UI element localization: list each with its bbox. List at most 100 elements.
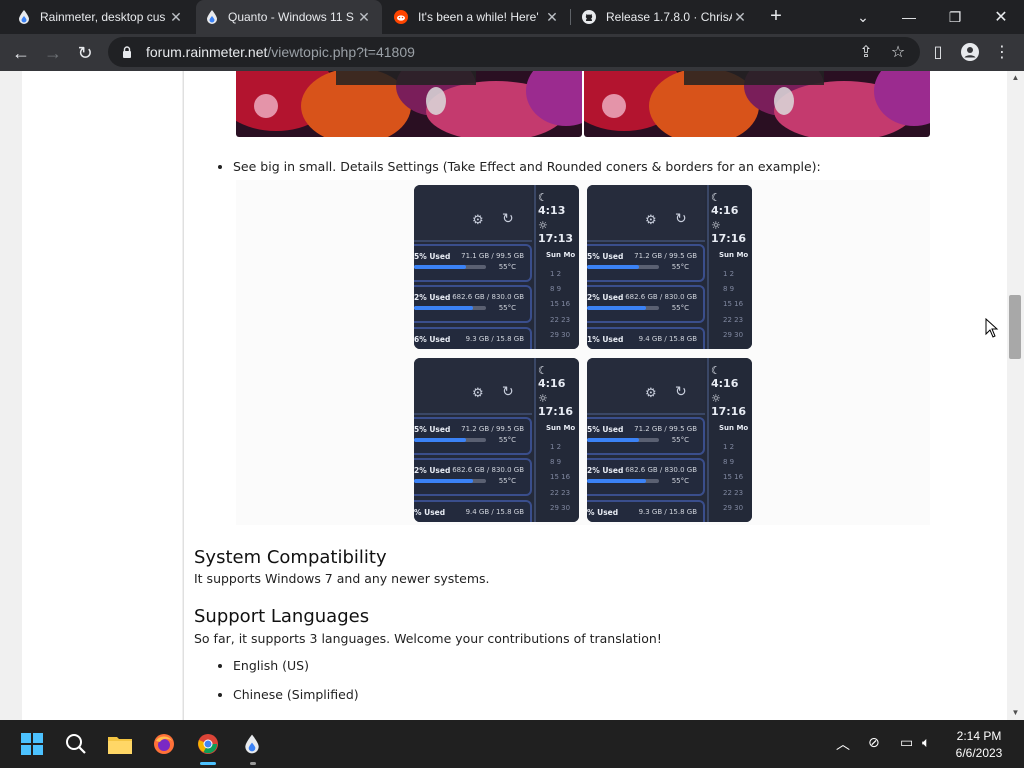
taskbar-time[interactable]: 2:14 PM — [944, 729, 1014, 743]
disk-card: % Used 9.4 GB / 15.8 GB — [414, 500, 532, 522]
rainmeter-drop-icon[interactable] — [240, 732, 264, 756]
window-close-button[interactable]: ✕ — [978, 0, 1024, 34]
disk-usage-fill — [414, 479, 474, 483]
disk-size: 682.6 GB / 830.0 GB — [625, 466, 697, 474]
windows-start-icon[interactable] — [20, 732, 44, 756]
forum-right-margin — [983, 71, 1007, 720]
address-bar[interactable]: forum.rainmeter.net/viewtopic.php?t=4180… — [108, 37, 920, 67]
disk-usage-fill — [414, 438, 466, 442]
calendar-row: 22 23 — [550, 488, 571, 497]
calendar-row: 29 30 — [550, 330, 571, 339]
reload-icon[interactable]: ↻ — [72, 40, 98, 66]
calendar-row: 8 9 — [723, 458, 735, 467]
tab-title: Quanto - Windows 11 S — [228, 10, 354, 24]
network-disconnected-icon[interactable]: ⊘ — [868, 734, 880, 751]
desktop-preview-image-right[interactable] — [584, 71, 930, 137]
tab-quanto[interactable]: Quanto - Windows 11 S ✕ — [196, 0, 382, 34]
rainmeter-drop-icon — [19, 10, 29, 24]
clock-value: 4:16 — [538, 377, 566, 390]
sun-clock: ☼ 17:16 — [538, 392, 579, 418]
close-icon[interactable]: ✕ — [356, 9, 372, 26]
kebab-menu-icon[interactable]: ⋮ — [990, 40, 1014, 64]
close-icon[interactable]: ✕ — [732, 9, 748, 26]
tab-title: Release 1.7.8.0 · ChrisA — [606, 10, 732, 24]
languages-list: English (US) Chinese (Simplified) — [217, 658, 359, 702]
restore-button[interactable]: ❐ — [932, 0, 978, 34]
widget-screenshot[interactable]: ⚙ ↻ ☾ 4:16 ☼ 17:16 5% Used 71.2 GB / 99.… — [587, 185, 752, 349]
disk-size: 9.3 GB / 15.8 GB — [638, 508, 697, 516]
widget-screenshot[interactable]: ⚙ ↻ ☾ 4:16 ☼ 17:16 5% Used 71.2 GB / 99.… — [414, 358, 579, 522]
bookmark-star-icon[interactable]: ☆ — [886, 40, 910, 64]
share-icon[interactable]: ⇪ — [854, 40, 878, 64]
gear-icon: ⚙ — [472, 213, 484, 228]
clock-value: 17:16 — [711, 232, 747, 245]
list-item: Chinese (Simplified) — [233, 687, 359, 702]
volume-icon[interactable]: 🔈︎ — [922, 734, 930, 751]
scroll-up-arrow-icon[interactable]: ▲ — [1007, 71, 1024, 85]
gear-icon: ⚙ — [472, 386, 484, 401]
disk-card: 6% Used 9.3 GB / 15.8 GB — [414, 327, 532, 349]
desktop-preview-image-left[interactable] — [236, 71, 582, 137]
url-host: forum.rainmeter.net — [146, 44, 268, 60]
disk-usage-bar — [587, 438, 659, 442]
tab-rainmeter[interactable]: Rainmeter, desktop cus ✕ — [8, 0, 194, 34]
widget-screenshot[interactable]: ⚙ ↻ ☾ 4:16 ☼ 17:16 5% Used 71.2 GB / 99.… — [587, 358, 752, 522]
disk-used: 5% Used — [414, 425, 451, 434]
scrollbar-thumb[interactable] — [1009, 295, 1021, 359]
list-item: See big in small. Details Settings (Take… — [233, 159, 821, 174]
mouse-pointer-icon — [985, 318, 999, 338]
calendar-row: 15 16 — [723, 473, 744, 482]
moon-icon: ☾ — [538, 191, 548, 204]
calendar-row: 8 9 — [723, 285, 735, 294]
tab-title: It's been a while! Here' — [418, 10, 539, 24]
widget-screenshot[interactable]: ⚙ ↻ ☾ 4:13 ☼ 17:13 5% Used 71.1 GB / 99.… — [414, 185, 579, 349]
vertical-scrollbar[interactable] — [1007, 71, 1024, 720]
minimize-button[interactable]: — — [886, 0, 932, 34]
file-explorer-icon[interactable] — [108, 732, 132, 756]
disk-temp: 55°C — [671, 436, 689, 444]
forward-arrow-icon[interactable]: → — [40, 40, 66, 66]
close-icon[interactable]: ✕ — [544, 9, 560, 26]
calendar-row: 15 16 — [550, 473, 571, 482]
close-icon[interactable]: ✕ — [168, 9, 184, 26]
github-icon — [582, 10, 596, 24]
calendar-row: 1 2 — [723, 270, 735, 278]
languages-text: So far, it supports 3 languages. Welcome… — [194, 631, 662, 646]
disk-used: 5% Used — [414, 252, 451, 261]
disk-card: 2% Used 682.6 GB / 830.0 GB 55°C — [587, 285, 705, 323]
firefox-icon[interactable] — [152, 732, 176, 756]
calendar-row: 22 23 — [723, 315, 744, 324]
scroll-down-arrow-icon[interactable]: ▼ — [1007, 706, 1024, 720]
tab-github[interactable]: Release 1.7.8.0 · ChrisA ✕ — [572, 0, 758, 34]
moon-icon: ☾ — [711, 364, 721, 377]
refresh-icon: ↻ — [502, 211, 514, 227]
calendar-row: 15 16 — [550, 300, 571, 309]
disk-card: 2% Used 682.6 GB / 830.0 GB 55°C — [414, 458, 532, 496]
taskbar-date[interactable]: 6/6/2023 — [944, 746, 1014, 760]
moon-icon: ☾ — [538, 364, 548, 377]
calendar-row: 15 16 — [723, 300, 744, 309]
profile-avatar-icon[interactable] — [958, 40, 982, 64]
disk-used: 2% Used — [414, 466, 451, 475]
display-icon[interactable]: ▭ — [900, 734, 913, 751]
search-icon[interactable] — [64, 732, 88, 756]
chevron-up-icon[interactable]: ︿ — [836, 734, 850, 754]
calendar-days: Sun Mo — [546, 251, 576, 259]
tab-reddit[interactable]: It's been a while! Here' ✕ — [384, 0, 570, 34]
chrome-icon[interactable] — [196, 732, 220, 756]
new-tab-button[interactable]: + — [764, 5, 788, 29]
calendar-days: Sun Mo — [546, 424, 576, 432]
back-arrow-icon[interactable]: ← — [8, 40, 34, 66]
side-panel-icon[interactable]: ▯ — [926, 40, 950, 64]
disk-temp: 55°C — [671, 477, 689, 485]
tab-search-chevron-icon[interactable]: ⌄ — [840, 0, 886, 34]
calendar-row: 29 30 — [723, 330, 744, 339]
disk-card: 5% Used 71.1 GB / 99.5 GB 55°C — [414, 244, 532, 282]
disk-usage-bar — [587, 306, 659, 310]
disk-size: 9.3 GB / 15.8 GB — [465, 335, 524, 343]
calendar-row: 8 9 — [550, 285, 562, 294]
disk-used: 5% Used — [587, 425, 624, 434]
disk-usage-bar — [587, 265, 659, 269]
disk-used: 1% Used — [587, 335, 624, 344]
lock-icon[interactable] — [120, 45, 134, 59]
